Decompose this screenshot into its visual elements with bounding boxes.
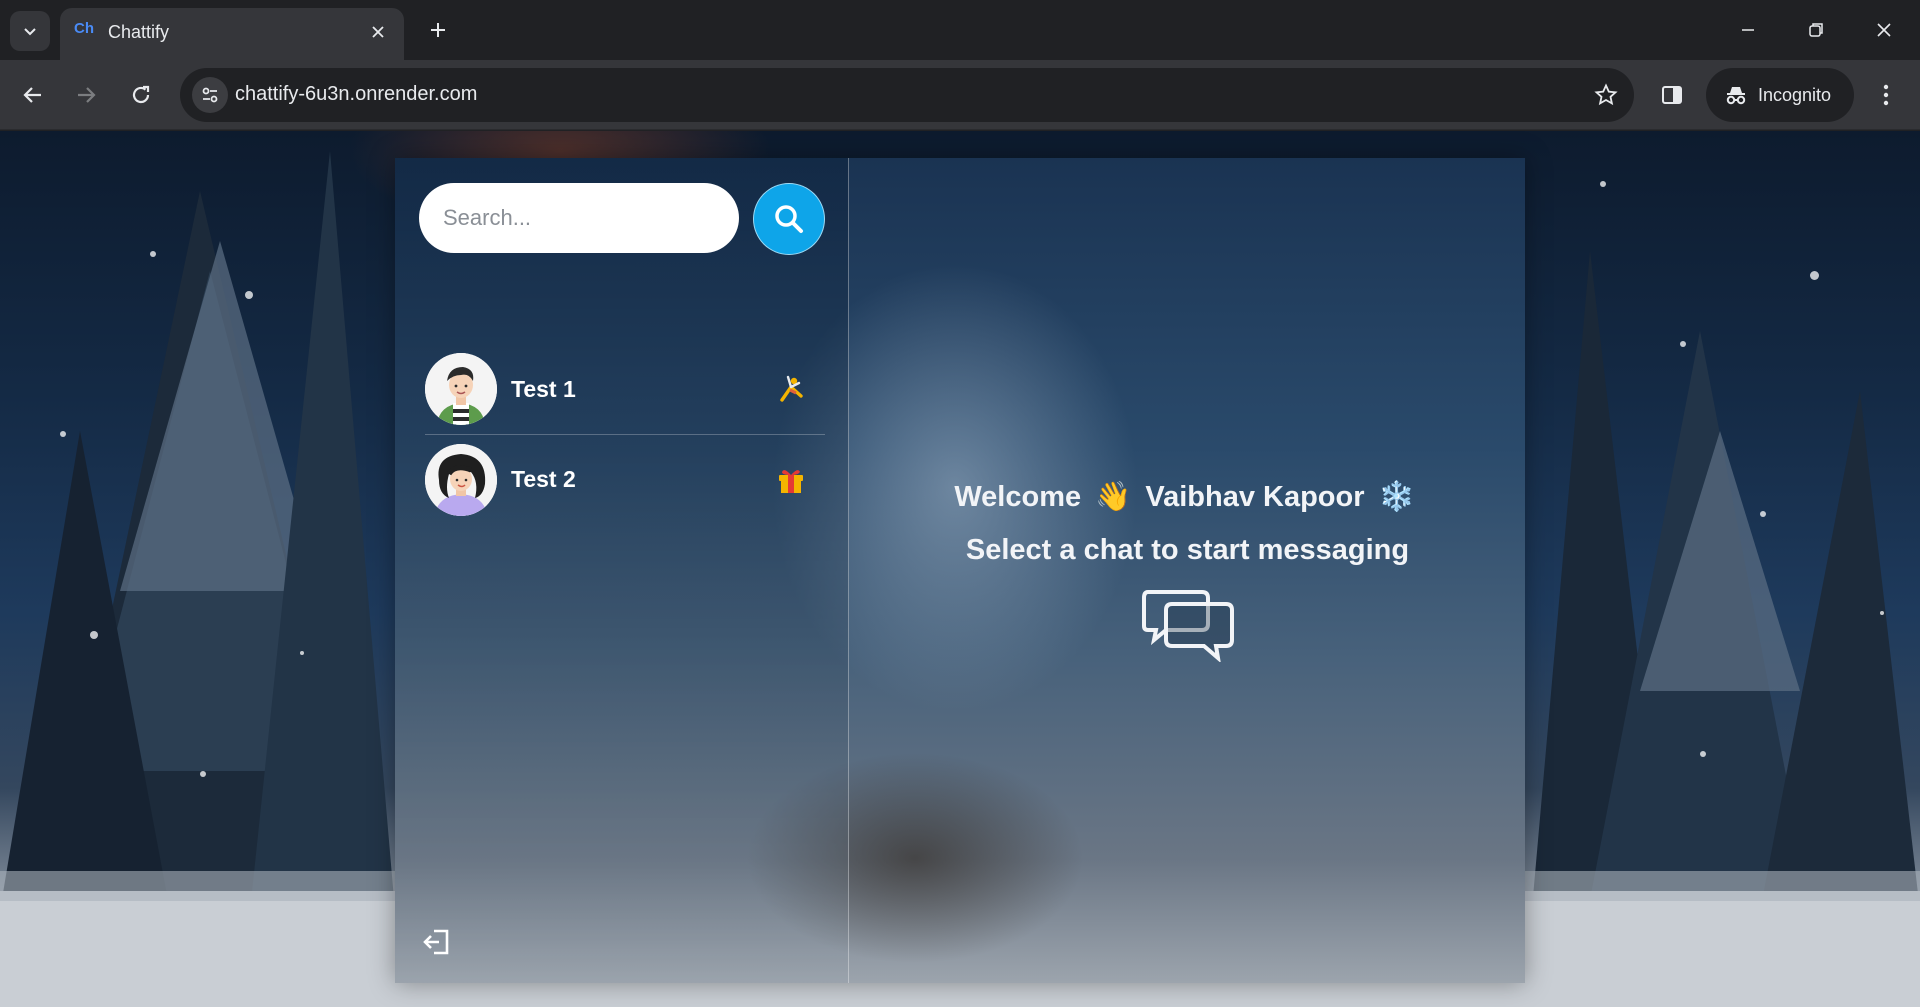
- chat-main-area: Welcome 👋 Vaibhav Kapoor ❄️ Select a cha…: [850, 158, 1525, 983]
- forward-icon: [78, 87, 96, 103]
- minimize-button[interactable]: [1714, 0, 1782, 60]
- gift-emoji-icon: [771, 460, 811, 500]
- reload-button[interactable]: [119, 73, 163, 117]
- star-icon: [1594, 83, 1618, 106]
- browser-tab[interactable]: Ch Chattify: [60, 8, 404, 60]
- welcome-prefix: Welcome: [954, 481, 1082, 513]
- back-button[interactable]: [11, 73, 55, 117]
- favicon-icon: Ch: [74, 20, 94, 37]
- site-info-button[interactable]: [192, 77, 228, 113]
- search-button[interactable]: [753, 183, 825, 255]
- search-icon: [775, 205, 803, 233]
- side-panel-button[interactable]: [1650, 73, 1694, 117]
- address-bar[interactable]: chattify-6u3n.onrender.com: [180, 68, 1634, 122]
- browser-toolbar: chattify-6u3n.onrender.com Incognito: [0, 60, 1920, 130]
- chat-app-panel: Test 1: [395, 158, 1525, 983]
- chat-name: Test 1: [511, 375, 576, 402]
- side-panel-icon: [1662, 86, 1682, 104]
- select-chat-prompt: Select a chat to start messaging: [965, 534, 1410, 566]
- user-name: Vaibhav Kapoor: [1145, 481, 1365, 513]
- tab-close-button[interactable]: [366, 20, 390, 44]
- welcome-heading: Welcome 👋 Vaibhav Kapoor ❄️: [850, 480, 1525, 514]
- site-info-icon: [202, 87, 218, 103]
- chat-item-test-1[interactable]: Test 1: [425, 344, 825, 434]
- tab-title: Chattify: [108, 22, 170, 42]
- logout-icon: [423, 929, 449, 955]
- incognito-label: Incognito: [1758, 84, 1832, 105]
- tab-search-button[interactable]: [10, 11, 50, 51]
- chat-name: Test 2: [511, 466, 576, 492]
- url-text[interactable]: chattify-6u3n.onrender.com: [235, 83, 477, 106]
- incognito-badge[interactable]: Incognito: [1706, 68, 1854, 122]
- snowflake-icon: ❄️: [1378, 481, 1415, 513]
- incognito-icon: [1726, 87, 1746, 105]
- more-icon: [1883, 84, 1889, 106]
- chevron-down-icon: [24, 28, 36, 36]
- female-avatar: [425, 443, 497, 516]
- plus-icon: [431, 23, 445, 37]
- new-tab-button[interactable]: [418, 12, 458, 48]
- waving-hand-icon: 👋: [1095, 481, 1132, 513]
- forward-button[interactable]: [64, 73, 108, 117]
- restore-button[interactable]: [1782, 0, 1850, 60]
- back-icon: [23, 87, 41, 103]
- bookmark-button[interactable]: [1592, 81, 1620, 109]
- reload-icon: [132, 85, 150, 104]
- window-close-icon: [1877, 23, 1891, 37]
- close-icon: [372, 26, 384, 38]
- browser-tabstrip: Ch Chattify: [0, 0, 1920, 60]
- logout-button[interactable]: [419, 924, 455, 960]
- page-background: Test 1: [0, 131, 1920, 1007]
- restore-icon: [1809, 23, 1823, 37]
- more-menu-button[interactable]: [1864, 73, 1908, 117]
- window-close-button[interactable]: [1850, 0, 1918, 60]
- search-input[interactable]: [419, 183, 739, 253]
- cartwheel-emoji-icon: [771, 369, 811, 409]
- chat-bubbles-icon: [1142, 590, 1234, 662]
- minimize-icon: [1742, 29, 1754, 31]
- male-avatar: [425, 353, 497, 425]
- chat-sidebar: Test 1: [395, 158, 849, 983]
- chat-list: Test 1 Test 2: [425, 344, 825, 524]
- chat-item-test-2[interactable]: Test 2: [425, 434, 825, 524]
